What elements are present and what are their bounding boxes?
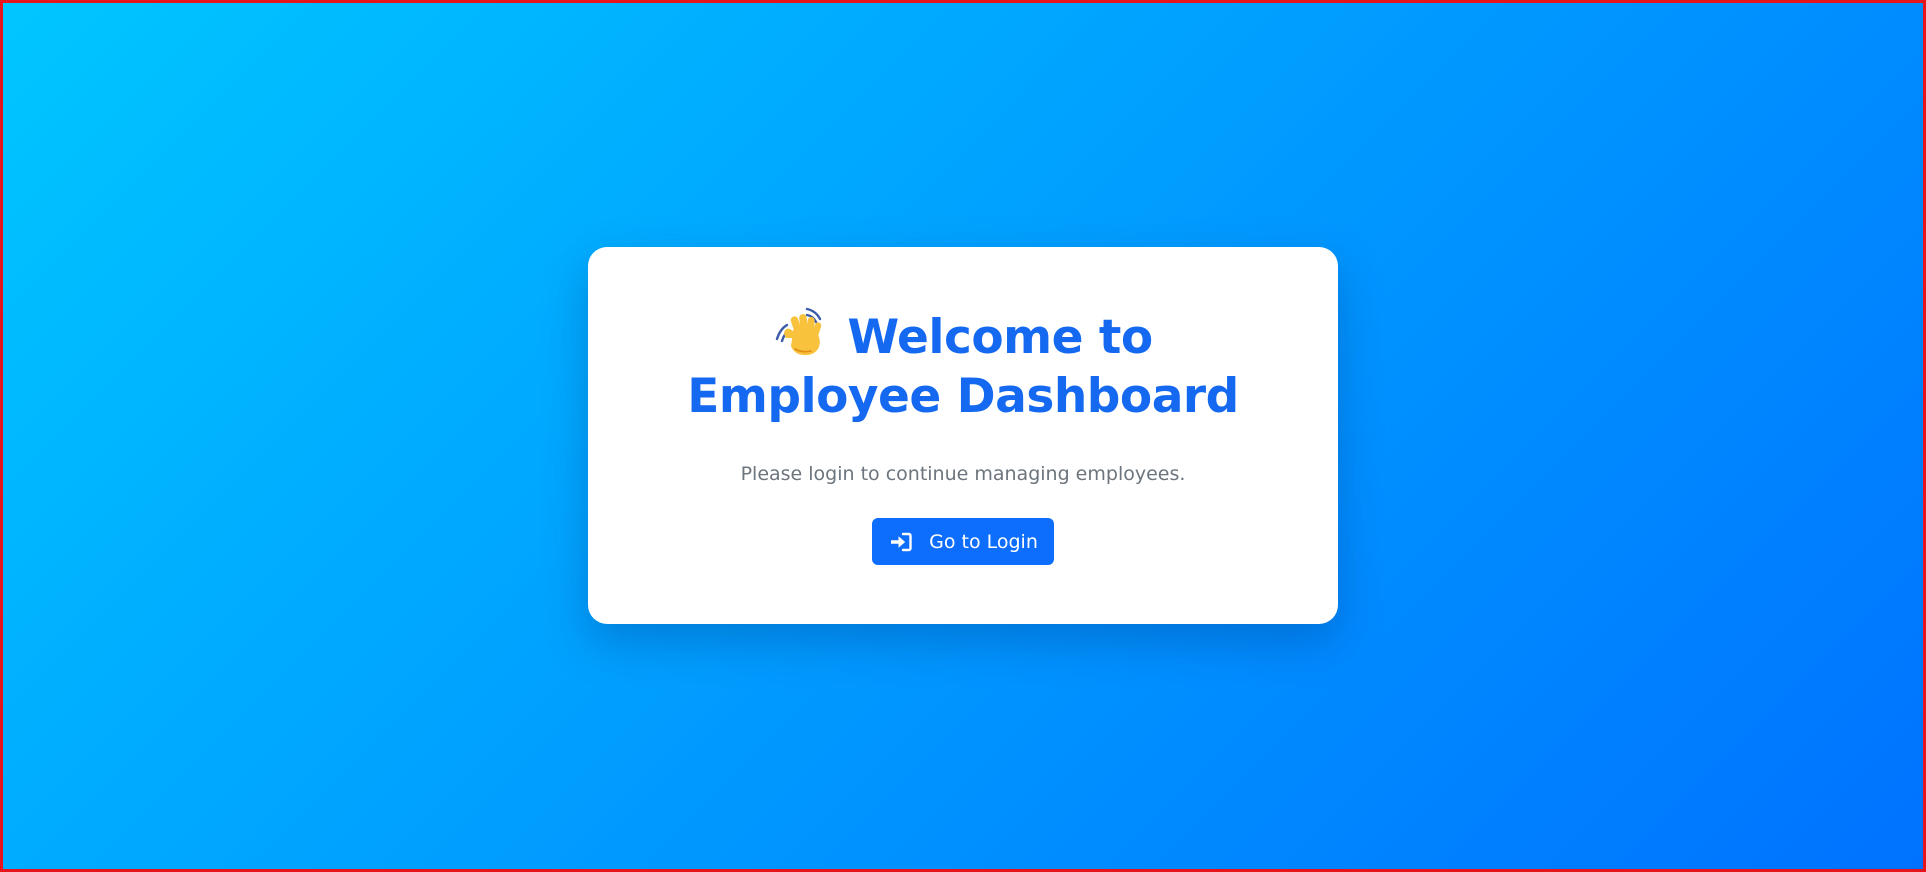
welcome-card: Welcome to Employee Dashboard Please log… bbox=[588, 247, 1338, 624]
page-background: Welcome to Employee Dashboard Please log… bbox=[0, 0, 1926, 872]
title-text: Welcome to Employee Dashboard bbox=[687, 310, 1239, 424]
login-prompt-text: Please login to continue managing employ… bbox=[740, 463, 1186, 485]
page-title: Welcome to Employee Dashboard bbox=[643, 305, 1283, 426]
waving-hand-icon bbox=[773, 305, 829, 357]
sign-in-icon bbox=[890, 532, 912, 552]
go-to-login-button[interactable]: Go to Login bbox=[872, 518, 1054, 565]
login-button-label: Go to Login bbox=[929, 530, 1038, 553]
